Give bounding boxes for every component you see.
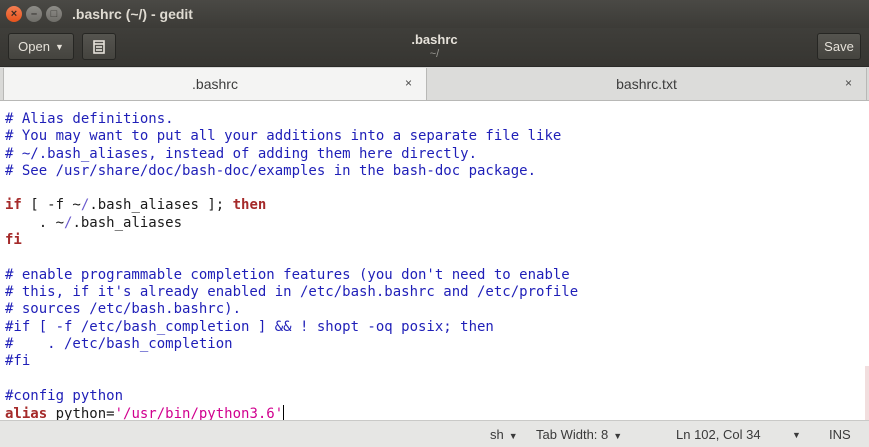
tab-width-label: Tab Width: 8	[536, 427, 609, 442]
code-line[interactable]: # this, if it's already enabled in /etc/…	[5, 284, 578, 301]
code-token: [ -f ~	[21, 197, 81, 214]
chevron-down-icon: ▼	[613, 431, 623, 441]
code-line[interactable]: # enable programmable completion feature…	[5, 267, 578, 284]
code-token: alias	[5, 406, 48, 420]
text-editor[interactable]: # Alias definitions. # You may want to pu…	[0, 101, 869, 420]
code-line[interactable]: #config python	[5, 388, 578, 405]
code-token: # Alias definitions.	[5, 111, 174, 127]
code-line[interactable]: fi	[5, 232, 578, 249]
close-icon[interactable]: ×	[845, 76, 852, 90]
code-token: #fi	[5, 353, 31, 370]
code-token: .bash_aliases ];	[89, 197, 233, 214]
code-line[interactable]	[5, 370, 578, 387]
code-line[interactable]: . ~/.bash_aliases	[5, 215, 578, 232]
window-minimize-button[interactable]: –	[26, 6, 42, 22]
tab-label: .bashrc	[192, 76, 238, 92]
document-title: .bashrc	[411, 32, 458, 47]
document-path: ~/	[429, 48, 440, 60]
code-view[interactable]: # Alias definitions. # You may want to pu…	[5, 111, 578, 420]
chevron-down-icon: ▼	[508, 431, 518, 441]
code-token: if	[5, 197, 22, 214]
code-line[interactable]: # See /usr/share/doc/bash-doc/examples i…	[5, 163, 578, 180]
header-bar: Open ▼ .bashrc ~/ Save	[0, 28, 869, 67]
code-line[interactable]: #fi	[5, 353, 578, 370]
code-token: python=	[47, 406, 115, 420]
code-line[interactable]	[5, 180, 578, 197]
code-line[interactable]: # Alias definitions.	[5, 111, 578, 128]
code-token: # enable programmable completion feature…	[5, 266, 570, 283]
status-bar: sh ▼ Tab Width: 8 ▼ Ln 102, Col 34 ▼ INS	[0, 420, 869, 447]
code-line[interactable]: alias python='/usr/bin/python3.6'	[5, 405, 578, 420]
tab-label: bashrc.txt	[616, 76, 677, 92]
window-close-button[interactable]: ×	[6, 6, 22, 22]
tab-bashrc[interactable]: .bashrc ×	[3, 68, 427, 100]
code-line[interactable]	[5, 249, 578, 266]
code-token: # . /etc/bash_completion	[5, 335, 233, 352]
scrollbar-indicator[interactable]	[865, 366, 869, 420]
code-token: # See /usr/share/doc/bash-doc/examples i…	[5, 162, 537, 179]
code-line[interactable]: # . /etc/bash_completion	[5, 336, 578, 353]
code-line[interactable]: # You may want to put all your additions…	[5, 128, 578, 145]
code-token: fi	[5, 232, 22, 249]
window-maximize-button[interactable]: □	[46, 6, 62, 22]
window-titlebar: × – □ .bashrc (~/) - gedit	[0, 0, 869, 28]
code-token: # this, if it's already enabled in /etc/…	[5, 283, 579, 300]
code-line[interactable]: # ~/.bash_aliases, instead of adding the…	[5, 146, 578, 163]
code-line[interactable]: #if [ -f /etc/bash_completion ] && ! sho…	[5, 319, 578, 336]
close-icon[interactable]: ×	[405, 76, 412, 90]
code-token: # sources /etc/bash.bashrc).	[5, 301, 242, 318]
code-token: # You may want to put all your additions…	[5, 128, 562, 145]
tab-bashrc-txt[interactable]: bashrc.txt ×	[427, 68, 867, 100]
insert-mode-indicator: INS	[829, 427, 851, 442]
language-selector[interactable]: sh ▼	[490, 427, 518, 442]
language-label: sh	[490, 427, 504, 442]
code-line[interactable]: if [ -f ~/.bash_aliases ]; then	[5, 197, 578, 214]
code-token: .bash_aliases	[72, 214, 183, 231]
save-button[interactable]: Save	[817, 33, 861, 60]
code-token: # ~/.bash_aliases, instead of adding the…	[5, 145, 478, 162]
code-token: #config python	[5, 387, 124, 404]
code-token: '/usr/bin/python3.6'	[114, 406, 284, 420]
text-cursor	[283, 405, 285, 420]
tab-width-selector[interactable]: Tab Width: 8 ▼	[536, 427, 622, 442]
document-tabs: .bashrc × bashrc.txt ×	[0, 67, 869, 101]
window-title: .bashrc (~/) - gedit	[72, 6, 193, 22]
code-token: . ~	[5, 214, 65, 231]
code-line[interactable]: # sources /etc/bash.bashrc).	[5, 301, 578, 318]
code-token: then	[232, 197, 267, 214]
code-token: #if [ -f /etc/bash_completion ] && ! sho…	[5, 318, 494, 335]
cursor-position[interactable]: Ln 102, Col 34	[676, 427, 761, 442]
chevron-down-icon[interactable]: ▼	[792, 430, 801, 440]
